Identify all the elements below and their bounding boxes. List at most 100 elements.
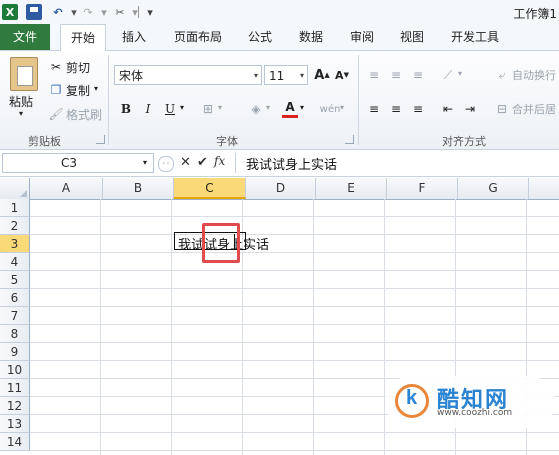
redo-icon[interactable]: ↷	[80, 4, 96, 20]
row-header[interactable]: 14	[0, 433, 30, 451]
column-header-f[interactable]: F	[387, 178, 458, 199]
enter-icon[interactable]: ✔	[197, 155, 208, 170]
tab-review[interactable]: 审阅	[340, 24, 384, 50]
row-header-selected[interactable]: 3	[0, 235, 30, 253]
align-middle-icon[interactable]: ≡	[388, 67, 404, 83]
clipboard-launcher-icon[interactable]	[96, 135, 105, 144]
row-header[interactable]: 4	[0, 253, 30, 271]
column-header-g[interactable]: G	[458, 178, 529, 199]
chevron-down-icon[interactable]: ▾	[143, 154, 147, 172]
redo-dropdown-icon[interactable]: ▾	[96, 4, 112, 20]
font-launcher-icon[interactable]	[345, 135, 354, 144]
phonetic-icon[interactable]: wén	[320, 101, 341, 117]
watermark: 酷知网 www.coozhi.com	[385, 376, 555, 428]
column-header-h[interactable]	[529, 178, 559, 199]
align-right-icon[interactable]: ≡	[410, 101, 426, 117]
align-top-icon[interactable]: ≡	[366, 67, 382, 83]
tab-view[interactable]: 视图	[390, 24, 434, 50]
fill-color-icon[interactable]: ◈	[248, 101, 264, 117]
align-bottom-icon[interactable]: ≡	[410, 67, 426, 83]
copy-button[interactable]: 复制	[66, 82, 90, 99]
tool-dropdown-icon[interactable]: ▾	[127, 4, 143, 20]
group-separator	[358, 55, 359, 145]
excel-app-icon[interactable]: X	[2, 4, 18, 20]
coozhi-logo-icon	[395, 384, 429, 418]
customize-tool-icon[interactable]: ✂	[112, 4, 128, 20]
fill-dropdown-icon[interactable]: ▾	[266, 103, 270, 112]
wrap-text-icon[interactable]: ⤶	[494, 67, 510, 83]
paste-button[interactable]: 粘贴	[9, 93, 33, 110]
column-headers: A B C D E F G	[0, 178, 559, 200]
tab-insert[interactable]: 插入	[112, 24, 156, 50]
customize-qat-icon[interactable]: ▾	[142, 4, 158, 20]
border-icon[interactable]: ⊞	[200, 101, 216, 117]
tab-developer[interactable]: 开发工具	[443, 24, 507, 50]
paste-icon[interactable]	[10, 57, 38, 91]
tab-data[interactable]: 数据	[289, 24, 333, 50]
font-size-select[interactable]: 11 ▾	[264, 65, 308, 85]
format-painter-button[interactable]: 格式刷	[66, 106, 102, 123]
row-header[interactable]: 13	[0, 415, 30, 433]
save-icon[interactable]	[26, 4, 42, 20]
decrease-font-icon[interactable]: A ▼	[334, 67, 350, 83]
column-header-d[interactable]: D	[246, 178, 316, 199]
italic-button[interactable]: I	[140, 101, 156, 117]
bold-button[interactable]: B	[118, 101, 134, 117]
cancel-icon[interactable]: ✕	[180, 155, 191, 170]
formula-bar: C3 ▾ ◦◦ ✕ ✔ fx 我试试身上实话	[0, 150, 559, 177]
row-header[interactable]: 11	[0, 379, 30, 397]
copy-dropdown-icon[interactable]: ▾	[94, 84, 98, 93]
merge-center-icon[interactable]: ⊟	[494, 101, 510, 117]
row-header[interactable]: 5	[0, 271, 30, 289]
phonetic-dropdown-icon[interactable]: ▾	[340, 103, 344, 112]
row-header[interactable]: 1	[0, 199, 30, 217]
row-header[interactable]: 8	[0, 325, 30, 343]
watermark-url: www.coozhi.com	[437, 408, 513, 418]
cut-icon[interactable]: ✂	[48, 59, 64, 75]
formula-bar-expand-icon[interactable]: ◦◦	[158, 156, 174, 172]
font-color-icon[interactable]: A	[282, 99, 298, 118]
row-header[interactable]: 9	[0, 343, 30, 361]
formula-input[interactable]: 我试试身上实话	[246, 154, 337, 173]
name-box[interactable]: C3 ▾	[2, 153, 154, 173]
tab-formulas[interactable]: 公式	[238, 24, 282, 50]
decrease-indent-icon[interactable]: ⇤	[440, 101, 456, 117]
increase-font-icon[interactable]: A ▲	[314, 67, 330, 83]
column-header-b[interactable]: B	[103, 178, 174, 199]
tab-page-layout[interactable]: 页面布局	[166, 24, 230, 50]
merge-center-button[interactable]: 合并后居	[512, 101, 556, 117]
font-color-dropdown-icon[interactable]: ▾	[300, 103, 304, 112]
column-header-a[interactable]: A	[30, 178, 103, 199]
wrap-text-button[interactable]: 自动换行	[512, 67, 556, 83]
align-center-icon[interactable]: ≡	[388, 101, 404, 117]
orientation-dropdown-icon[interactable]: ▾	[458, 69, 462, 78]
cut-button[interactable]: 剪切	[66, 59, 90, 76]
insert-function-button[interactable]: fx	[214, 154, 225, 168]
select-all-corner[interactable]	[0, 178, 30, 199]
window-title: 工作簿1	[513, 7, 557, 21]
paste-dropdown-icon[interactable]: ▾	[19, 109, 23, 118]
font-name-select[interactable]: 宋体 ▾	[114, 65, 262, 85]
column-header-c[interactable]: C	[174, 178, 246, 199]
tab-file[interactable]: 文件	[0, 24, 50, 50]
column-header-e[interactable]: E	[316, 178, 387, 199]
clipboard-group-label: 剪贴板	[28, 135, 61, 148]
row-header[interactable]: 2	[0, 217, 30, 235]
copy-icon[interactable]: ❐	[48, 82, 64, 98]
group-separator	[108, 55, 109, 145]
underline-dropdown-icon[interactable]: ▾	[180, 103, 184, 112]
row-header[interactable]: 6	[0, 289, 30, 307]
chevron-down-icon: ▾	[253, 71, 258, 80]
orientation-icon[interactable]: ⟋	[440, 67, 456, 83]
highlight-box	[202, 223, 240, 263]
align-left-icon[interactable]: ≡	[366, 101, 382, 117]
undo-icon[interactable]: ↶	[50, 4, 66, 20]
row-header[interactable]: 12	[0, 397, 30, 415]
row-header[interactable]: 10	[0, 361, 30, 379]
format-painter-icon[interactable]: 🖌	[48, 106, 64, 122]
underline-button[interactable]: U	[162, 101, 178, 117]
row-header[interactable]: 7	[0, 307, 30, 325]
border-dropdown-icon[interactable]: ▾	[218, 103, 222, 112]
increase-indent-icon[interactable]: ⇥	[462, 101, 478, 117]
tab-home[interactable]: 开始	[60, 24, 106, 52]
